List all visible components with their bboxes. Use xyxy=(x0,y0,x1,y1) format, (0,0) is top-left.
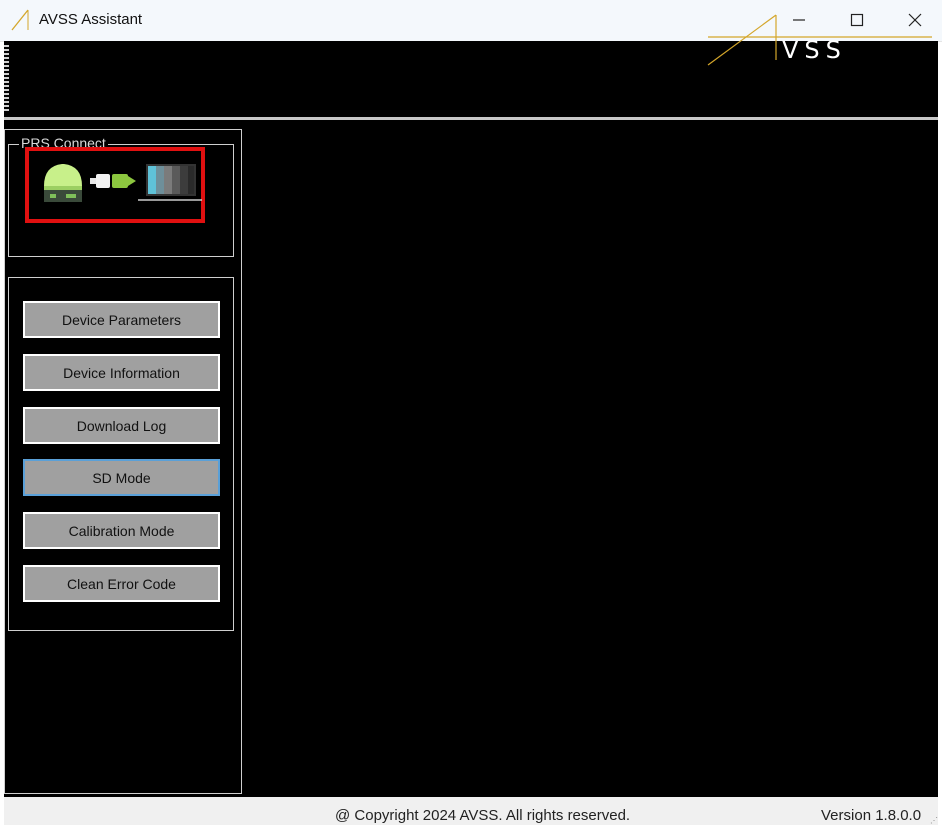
copyright-text: @ Copyright 2024 AVSS. All rights reserv… xyxy=(335,807,631,824)
resize-grip-icon[interactable]: ⋰ xyxy=(930,816,938,825)
device-information-button[interactable]: Device Information xyxy=(23,354,220,391)
drag-grip[interactable] xyxy=(4,45,9,111)
logo-text: VSS xyxy=(782,36,847,64)
calibration-mode-button[interactable]: Calibration Mode xyxy=(23,512,220,549)
app-logo-icon xyxy=(11,9,29,31)
version-text: Version 1.8.0.0 xyxy=(821,807,922,824)
device-parameters-button[interactable]: Device Parameters xyxy=(23,301,220,338)
window-title: AVSS Assistant xyxy=(39,11,143,28)
sd-mode-button[interactable]: SD Mode xyxy=(23,459,220,496)
clean-error-code-button[interactable]: Clean Error Code xyxy=(23,565,220,602)
device-cable-monitor-connection-icon xyxy=(44,164,202,202)
download-log-button[interactable]: Download Log xyxy=(23,407,220,444)
